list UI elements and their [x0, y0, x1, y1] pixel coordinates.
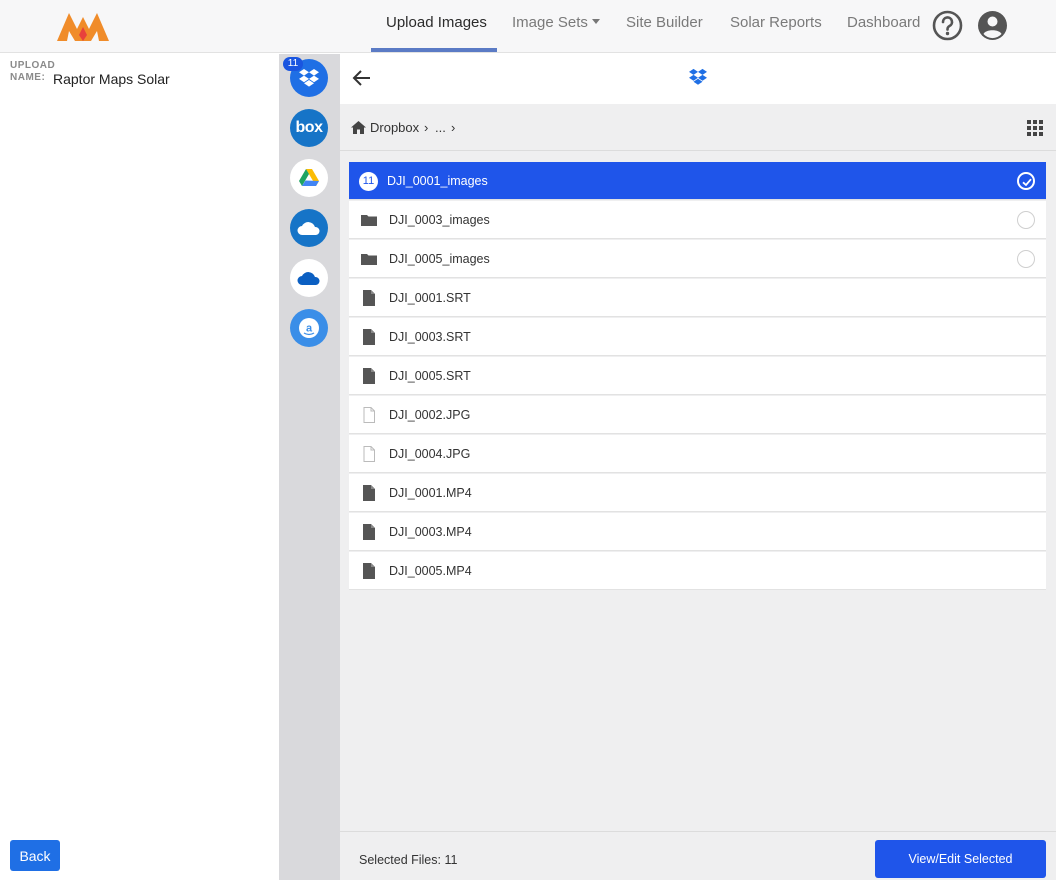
upload-name-label: UPLOAD NAME:: [10, 60, 55, 84]
upload-name-value: Raptor Maps Solar: [53, 71, 170, 87]
file-row[interactable]: DJI_0003.SRT: [349, 318, 1046, 356]
box-icon: box: [295, 119, 323, 136]
picker-header: [340, 54, 1056, 104]
file-name: DJI_0003.MP4: [389, 525, 472, 539]
file-row[interactable]: DJI_0003.MP4: [349, 513, 1046, 551]
selected-files-count: Selected Files: 11: [359, 853, 458, 867]
cloud-provider-sidebar: box a: [279, 54, 340, 880]
file-icon: [363, 290, 375, 306]
nav-solar-reports[interactable]: Solar Reports: [730, 0, 822, 53]
breadcrumb-separator: ›: [424, 120, 429, 135]
svg-text:a: a: [306, 323, 313, 335]
file-row[interactable]: DJI_0003_images: [349, 201, 1046, 239]
nav-upload-images[interactable]: Upload Images: [386, 0, 487, 53]
onedrive-provider-button[interactable]: [290, 259, 328, 297]
file-row[interactable]: DJI_0001.MP4: [349, 474, 1046, 512]
image-file-icon: [363, 446, 375, 462]
view-edit-selected-button[interactable]: View/Edit Selected: [875, 840, 1046, 878]
google-drive-icon: [299, 169, 319, 186]
selected-count-badge: 11: [283, 57, 303, 71]
caret-down-icon: [591, 19, 600, 24]
grid-view-icon[interactable]: [1027, 120, 1043, 136]
box-provider-button[interactable]: box: [290, 109, 328, 147]
top-navbar: Upload Images Image Sets Site Builder So…: [0, 0, 1056, 53]
onedrive-business-provider-button[interactable]: [290, 209, 328, 247]
folder-icon: [361, 215, 377, 226]
upload-label-line1: UPLOAD: [10, 60, 56, 71]
file-name: DJI_0005.SRT: [389, 369, 471, 383]
file-icon: [363, 563, 375, 579]
breadcrumb-separator: ›: [451, 120, 456, 135]
file-name: DJI_0001_images: [387, 174, 488, 188]
file-row[interactable]: DJI_0005_images: [349, 240, 1046, 278]
select-radio[interactable]: [1017, 250, 1035, 268]
active-tab-indicator: [371, 48, 497, 52]
file-row[interactable]: DJI_0005.MP4: [349, 552, 1046, 590]
nav-image-sets[interactable]: Image Sets: [512, 0, 600, 53]
file-row[interactable]: DJI_0005.SRT: [349, 357, 1046, 395]
selection-count-badge: 11: [359, 172, 378, 191]
nav-dashboard[interactable]: Dashboard: [847, 0, 920, 53]
file-row[interactable]: DJI_0001.SRT: [349, 279, 1046, 317]
breadcrumb: Dropbox › ... ›: [340, 104, 1056, 151]
amazon-drive-provider-button[interactable]: a: [290, 309, 328, 347]
select-radio[interactable]: [1017, 211, 1035, 229]
dropbox-icon: [689, 68, 707, 85]
file-name: DJI_0003_images: [389, 213, 490, 227]
file-icon: [363, 485, 375, 501]
picker-footer: Selected Files: 11 View/Edit Selected: [340, 831, 1056, 880]
nav-site-builder[interactable]: Site Builder: [626, 0, 703, 53]
google-drive-provider-button[interactable]: [290, 159, 328, 197]
folder-icon: [361, 254, 377, 265]
file-icon: [363, 368, 375, 384]
file-row-selected[interactable]: 11 DJI_0001_images: [349, 162, 1046, 200]
file-name: DJI_0001.MP4: [389, 486, 472, 500]
file-picker-panel: Dropbox › ... › 11 DJI_0001_images DJI_0…: [340, 54, 1056, 880]
dropbox-icon: [299, 69, 319, 87]
onedrive-business-icon: [297, 222, 320, 235]
select-checkmark-icon[interactable]: [1017, 172, 1035, 190]
file-name: DJI_0002.JPG: [389, 408, 471, 422]
nav-image-sets-label: Image Sets: [512, 14, 588, 31]
file-name: DJI_0001.SRT: [389, 291, 471, 305]
upload-label-line2: NAME:: [10, 72, 46, 83]
breadcrumb-ellipsis[interactable]: ...: [435, 120, 446, 135]
raptor-maps-logo[interactable]: [57, 9, 109, 43]
image-file-icon: [363, 407, 375, 423]
file-name: DJI_0005.MP4: [389, 564, 472, 578]
back-button[interactable]: Back: [10, 840, 60, 871]
file-name: DJI_0003.SRT: [389, 330, 471, 344]
onedrive-icon: [297, 272, 320, 285]
file-icon: [363, 329, 375, 345]
amazon-drive-icon: a: [299, 318, 319, 338]
account-icon[interactable]: [977, 10, 1008, 41]
file-row[interactable]: DJI_0002.JPG: [349, 396, 1046, 434]
help-icon[interactable]: [932, 10, 963, 41]
file-row[interactable]: DJI_0004.JPG: [349, 435, 1046, 473]
file-icon: [363, 524, 375, 540]
back-arrow-icon[interactable]: [351, 67, 373, 89]
home-icon[interactable]: [351, 121, 366, 134]
file-list: 11 DJI_0001_images DJI_0003_images DJI_0…: [340, 151, 1056, 831]
breadcrumb-root[interactable]: Dropbox: [370, 120, 419, 135]
file-name: DJI_0005_images: [389, 252, 490, 266]
file-name: DJI_0004.JPG: [389, 447, 471, 461]
